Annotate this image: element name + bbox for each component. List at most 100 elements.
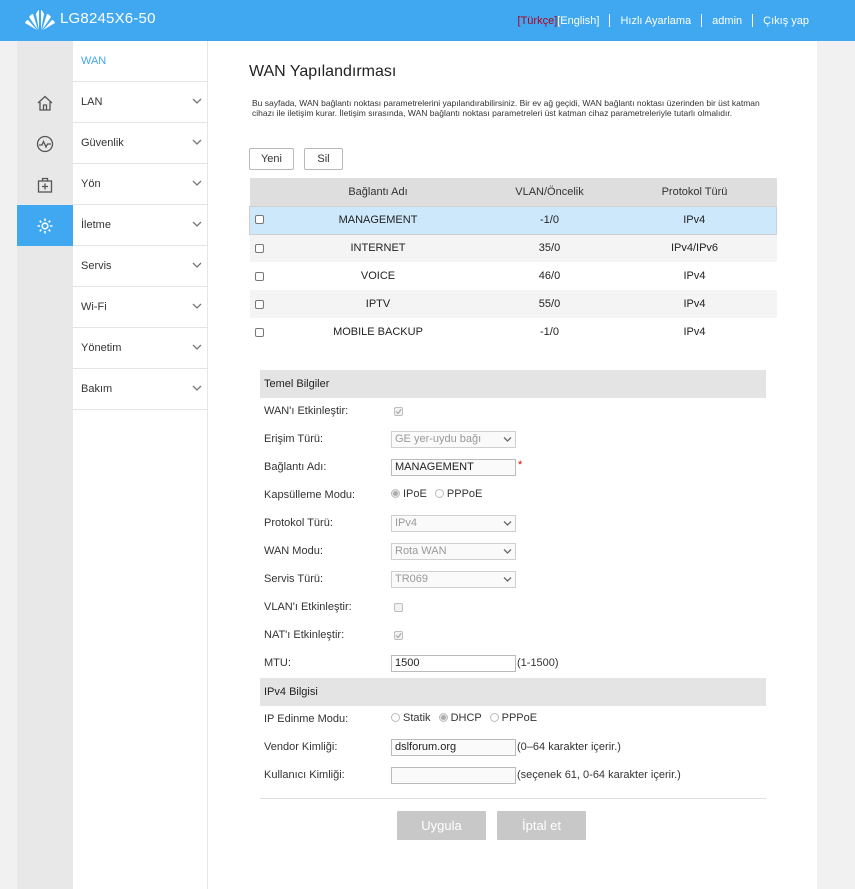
row-checkbox[interactable] — [255, 215, 265, 225]
sidebar-item-route[interactable]: Yön — [73, 164, 208, 205]
nav-network[interactable] — [17, 164, 73, 205]
chevron-down-icon — [192, 262, 202, 268]
chevron-down-icon — [192, 303, 202, 309]
ip-pppoe-radio[interactable] — [489, 713, 499, 722]
wan-mode-select[interactable]: Rota WAN — [391, 543, 516, 560]
wan-mode-value: Rota WAN — [395, 545, 447, 557]
ipoe-radio[interactable] — [391, 489, 400, 498]
main-content: WAN Yapılandırması Bu sayfada, WAN bağla… — [208, 41, 817, 889]
access-type-select[interactable]: GE yer-uydu bağı — [391, 431, 516, 448]
service-type-label: Servis Türü: — [264, 573, 324, 585]
sidebar-item-security[interactable]: Güvenlik — [73, 123, 208, 164]
protocol-type-select[interactable]: IPv4 — [391, 515, 516, 532]
service-type-value: TR069 — [395, 573, 429, 585]
protocol-cell: IPv4 — [612, 290, 777, 318]
sidebar-item-forward[interactable]: İletme — [73, 205, 208, 246]
cancel-button[interactable]: İptal et — [497, 811, 586, 840]
sidebar-item-wifi[interactable]: Wi-Fi — [73, 287, 208, 328]
table-row[interactable]: MANAGEMENT -1/0 IPv4 — [249, 206, 777, 234]
vendor-id-label: Vendor Kimliği: — [264, 741, 338, 753]
nav-advanced[interactable] — [17, 205, 81, 246]
wan-connections-table: Bağlantı Adı VLAN/Öncelik Protokol Türü … — [249, 178, 777, 346]
connection-name-cell: MANAGEMENT — [269, 206, 487, 234]
encapsulation-label: Kapsülleme Modu: — [264, 489, 356, 501]
enable-vlan-checkbox[interactable] — [394, 603, 403, 612]
logout-link[interactable]: Çıkış yap — [763, 15, 809, 27]
wan-mode-label: WAN Modu: — [264, 545, 323, 557]
sidebar-item-wan[interactable]: WAN — [73, 41, 208, 82]
quick-setup-link[interactable]: Hızlı Ayarlama — [620, 15, 691, 27]
ipv4-info-section-title: IPv4 Bilgisi — [260, 678, 766, 706]
dhcp-radio[interactable] — [438, 713, 448, 722]
status-icon — [36, 135, 54, 152]
chevron-down-icon — [192, 180, 202, 186]
chevron-down-icon — [503, 521, 512, 526]
connection-name-label: Bağlantı Adı: — [264, 461, 327, 473]
table-row[interactable]: INTERNET 35/0 IPv4/IPv6 — [249, 234, 777, 262]
nav-home[interactable] — [17, 82, 73, 123]
divider — [701, 14, 703, 27]
sidebar-item-label: Wi-Fi — [81, 301, 107, 313]
row-checkbox[interactable] — [255, 243, 264, 253]
select-column-header — [249, 178, 270, 206]
row-checkbox[interactable] — [255, 299, 264, 309]
mtu-hint: (1-1500) — [517, 657, 559, 669]
table-row[interactable]: MOBILE BACKUP -1/0 IPv4 — [250, 318, 777, 346]
home-icon — [37, 95, 53, 111]
enable-nat-checkbox[interactable] — [394, 631, 403, 640]
connection-name-cell: INTERNET — [269, 234, 487, 262]
table-header-row: Bağlantı Adı VLAN/Öncelik Protokol Türü — [249, 178, 777, 206]
nav-status[interactable] — [17, 123, 73, 164]
check-icon — [395, 633, 402, 639]
network-icon — [37, 177, 53, 193]
vendor-id-hint: (0–64 karakter içerir.) — [517, 741, 621, 753]
sidebar-item-service[interactable]: Servis — [73, 246, 208, 287]
delete-button[interactable]: Sil — [304, 148, 343, 170]
lang-turkish-link[interactable]: [Türkçe] — [518, 15, 558, 27]
enable-vlan-label: VLAN'ı Etkinleştir: — [264, 601, 352, 613]
vlan-cell: -1/0 — [486, 206, 613, 234]
huawei-logo-icon — [25, 10, 55, 30]
mtu-input[interactable]: 1500 — [391, 655, 516, 672]
vendor-id-input[interactable]: dslforum.org — [391, 739, 516, 756]
sidebar-menu: WAN LAN Güvenlik Yön İletme Servis Wi-Fi… — [73, 41, 208, 889]
sidebar-item-maintenance[interactable]: Bakım — [73, 369, 208, 410]
pppoe-radio[interactable] — [434, 489, 444, 498]
vlan-cell: 55/0 — [486, 290, 613, 318]
pppoe-label: PPPoE — [446, 488, 483, 500]
dhcp-label: DHCP — [450, 712, 482, 724]
lang-english-link[interactable]: [English] — [557, 15, 599, 27]
ip-mode-label: IP Edinme Modu: — [264, 713, 349, 725]
sidebar-item-management[interactable]: Yönetim — [73, 328, 208, 369]
table-row[interactable]: IPTV 55/0 IPv4 — [249, 290, 777, 318]
protocol-cell: IPv4 — [612, 206, 777, 234]
column-header: Bağlantı Adı — [269, 178, 487, 206]
ip-mode-radio-group: Statik DHCP PPPoE — [391, 712, 611, 729]
connection-name-input[interactable]: MANAGEMENT — [391, 459, 516, 476]
row-checkbox[interactable] — [255, 271, 264, 281]
vlan-cell: 35/0 — [486, 234, 613, 262]
row-checkbox[interactable] — [255, 327, 264, 337]
protocol-type-label: Protokol Türü: — [264, 517, 333, 529]
sidebar-item-lan[interactable]: LAN — [73, 82, 208, 123]
user-name: admin — [712, 14, 743, 27]
chevron-down-icon — [192, 344, 202, 350]
table-row[interactable]: VOICE 46/0 IPv4 — [250, 262, 777, 290]
chevron-down-icon — [192, 98, 202, 104]
enable-wan-checkbox[interactable] — [394, 407, 403, 416]
form-divider — [260, 798, 766, 799]
service-type-select[interactable]: TR069 — [391, 571, 516, 588]
wan-config-form: Temel Bilgiler WAN'ı Etkinleştir: Erişim… — [260, 370, 766, 853]
user-id-input[interactable] — [391, 767, 516, 784]
user-id-label: Kullanıcı Kimliği: — [264, 769, 345, 781]
access-type-label: Erişim Türü: — [264, 433, 324, 445]
vlan-cell: -1/0 — [540, 326, 559, 338]
required-mark: * — [518, 459, 523, 471]
new-button[interactable]: Yeni — [249, 148, 294, 170]
static-radio[interactable] — [391, 713, 400, 722]
apply-button[interactable]: Uygula — [397, 811, 486, 840]
sidebar-item-label: Yön — [81, 178, 101, 190]
connection-name-cell: IPTV — [269, 290, 487, 318]
chevron-down-icon — [192, 385, 202, 391]
divider — [752, 14, 754, 27]
